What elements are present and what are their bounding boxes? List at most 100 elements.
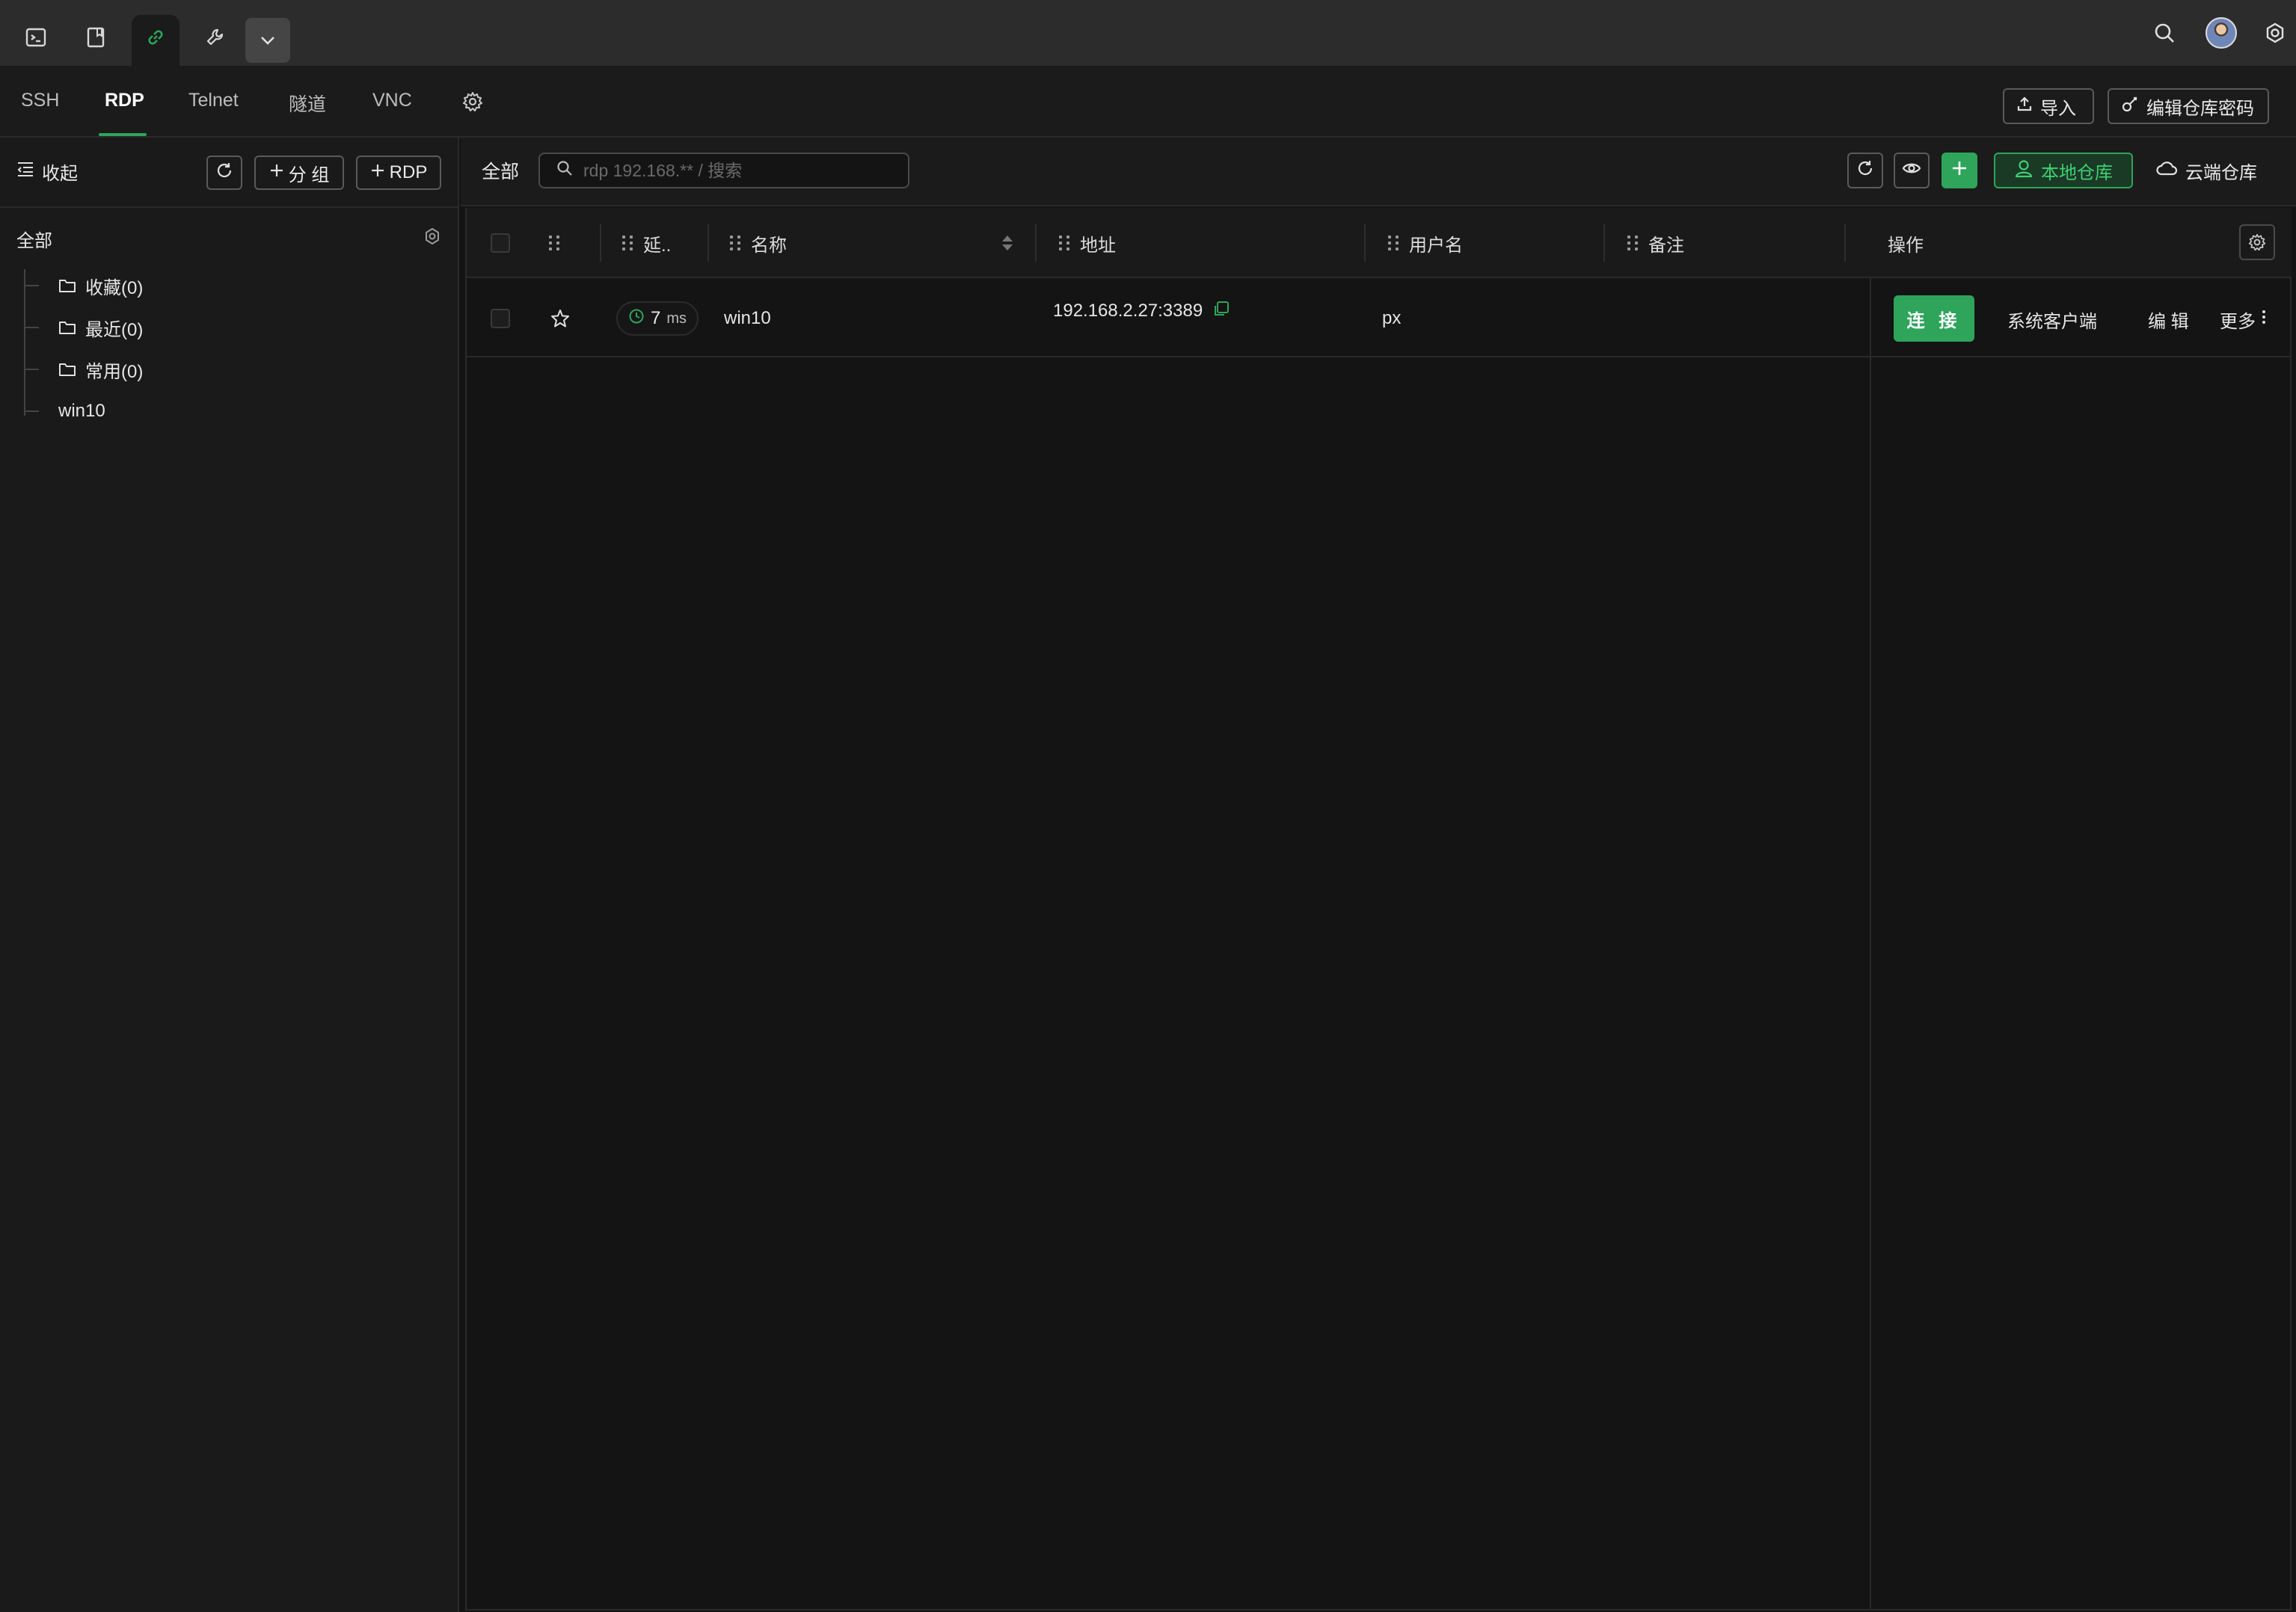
tree-group-favorites[interactable]: 收藏(0) [24,271,143,301]
connections-table: 延.. 名称 地址 用户名 备注 操作 7 ms win10 192.168.2… [465,208,2292,1611]
select-all-checkbox[interactable] [491,208,510,278]
tree-root-all[interactable]: 全部 [16,226,52,252]
tree-group-common[interactable]: 常用(0) [24,354,143,384]
plus-icon [1950,159,1968,182]
add-connection-button[interactable] [1942,153,1977,188]
collapse-button[interactable]: 收起 [16,159,78,185]
key-icon [2121,95,2139,118]
title-bar [0,0,2296,66]
terminal-icon[interactable] [16,18,55,57]
tab-vnc[interactable]: VNC [372,90,412,111]
edit-vault-password-button[interactable]: 编辑仓库密码 [2108,88,2269,124]
refresh-tree-button[interactable] [206,156,242,190]
folder-icon [58,320,76,335]
plus-icon [370,162,385,183]
row-name: win10 [724,308,771,328]
column-settings-gear-icon[interactable] [2239,224,2275,260]
refresh-button[interactable] [1847,153,1883,188]
tree-group-recent[interactable]: 最近(0) [24,313,143,342]
drag-handle-icon [730,236,740,250]
column-username[interactable]: 用户名 [1388,208,1463,278]
column-address-label: 地址 [1080,235,1116,256]
column-latency[interactable]: 延.. [622,208,671,278]
chevron-down-icon[interactable] [245,18,290,63]
upload-icon [2016,96,2033,117]
scope-label[interactable]: 全部 [482,157,519,184]
star-icon[interactable] [550,280,570,357]
import-button[interactable]: 导入 [2003,88,2094,124]
more-button[interactable]: 更多 [2220,307,2266,333]
drag-handle-icon [622,236,633,250]
drag-handle-icon [1627,236,1638,250]
sort-icon[interactable] [1002,208,1013,278]
main-panel: 全部 本地仓库 云端仓库 延. [461,138,2296,1612]
wrench-icon[interactable] [196,18,235,57]
add-group-label: 分 组 [288,164,330,185]
add-rdp-label: RDP [389,162,428,182]
column-actions-label: 操作 [1888,235,1924,256]
link-icon[interactable] [136,18,175,57]
clock-icon [628,308,645,330]
import-label: 导入 [2040,98,2076,119]
table-header: 延.. 名称 地址 用户名 备注 操作 [467,208,2292,278]
folder-icon [58,362,76,377]
protocol-settings-gear-icon[interactable] [462,91,483,117]
add-rdp-button[interactable]: RDP [356,156,441,190]
tree-settings-icon[interactable] [423,227,441,250]
add-group-button[interactable]: 分 组 [254,156,344,190]
edit-button[interactable]: 编 辑 [2148,307,2189,333]
tab-ssh[interactable]: SSH [21,90,59,111]
file-icon[interactable] [76,18,115,57]
row-address-text: 192.168.2.27:3389 [1053,301,1203,321]
search-box[interactable] [538,153,909,188]
search-icon[interactable] [2146,15,2182,51]
tree-group-label: 常用(0) [85,361,144,382]
system-client-button[interactable]: 系统客户端 [2007,307,2097,333]
latency-badge: 7 ms [616,280,699,357]
settings-icon[interactable] [2257,15,2293,51]
actions-column-divider [1870,208,2292,1611]
eye-icon [1902,160,1921,181]
protocol-tab-bar: SSH RDP Telnet 隧道 VNC 导入 编辑仓库密码 [0,66,2296,138]
tree-group-label: 收藏(0) [85,277,144,298]
search-icon [556,160,573,182]
cloud-vault-button[interactable]: 云端仓库 [2155,154,2257,187]
more-label: 更多 [2220,312,2256,332]
main-toolbar: 全部 本地仓库 云端仓库 [461,138,2296,206]
tree-host-label: win10 [58,401,105,421]
tab-telnet[interactable]: Telnet [188,90,239,111]
drag-handle-icon[interactable] [549,208,559,278]
kebab-icon [2262,309,2266,330]
local-vault-button[interactable]: 本地仓库 [1994,153,2133,188]
edit-vault-password-label: 编辑仓库密码 [2146,98,2254,119]
toggle-visibility-button[interactable] [1894,153,1930,188]
column-remark-label: 备注 [1648,235,1684,256]
column-name[interactable]: 名称 [730,208,787,278]
cloud-icon [2155,160,2178,182]
column-latency-label: 延.. [643,235,672,256]
column-remark[interactable]: 备注 [1627,208,1684,278]
collapse-label: 收起 [42,164,78,184]
tab-rdp[interactable]: RDP [105,90,144,111]
row-checkbox[interactable] [491,280,510,357]
latency-value: 7 [651,308,661,328]
tree-host-win10[interactable]: win10 [24,396,105,426]
column-username-label: 用户名 [1409,235,1463,256]
refresh-icon [215,161,233,185]
search-input[interactable] [583,160,897,181]
column-name-label: 名称 [751,235,787,256]
cloud-vault-label: 云端仓库 [2185,162,2257,183]
connect-button[interactable]: 连 接 [1894,295,1974,342]
avatar[interactable] [2203,15,2239,51]
local-vault-label: 本地仓库 [2041,162,2113,183]
copy-icon[interactable] [1213,301,1230,322]
drag-handle-icon [1388,236,1399,250]
list-collapse-icon [16,161,34,182]
sidebar-header: 收起 分 组 RDP [0,138,459,208]
folder-icon [58,278,76,293]
column-address[interactable]: 地址 [1059,208,1116,278]
user-icon [2014,159,2033,183]
row-username: px [1382,308,1402,328]
row-address: 192.168.2.27:3389 [1053,272,1230,350]
tab-tunnel[interactable]: 隧道 [289,90,326,117]
